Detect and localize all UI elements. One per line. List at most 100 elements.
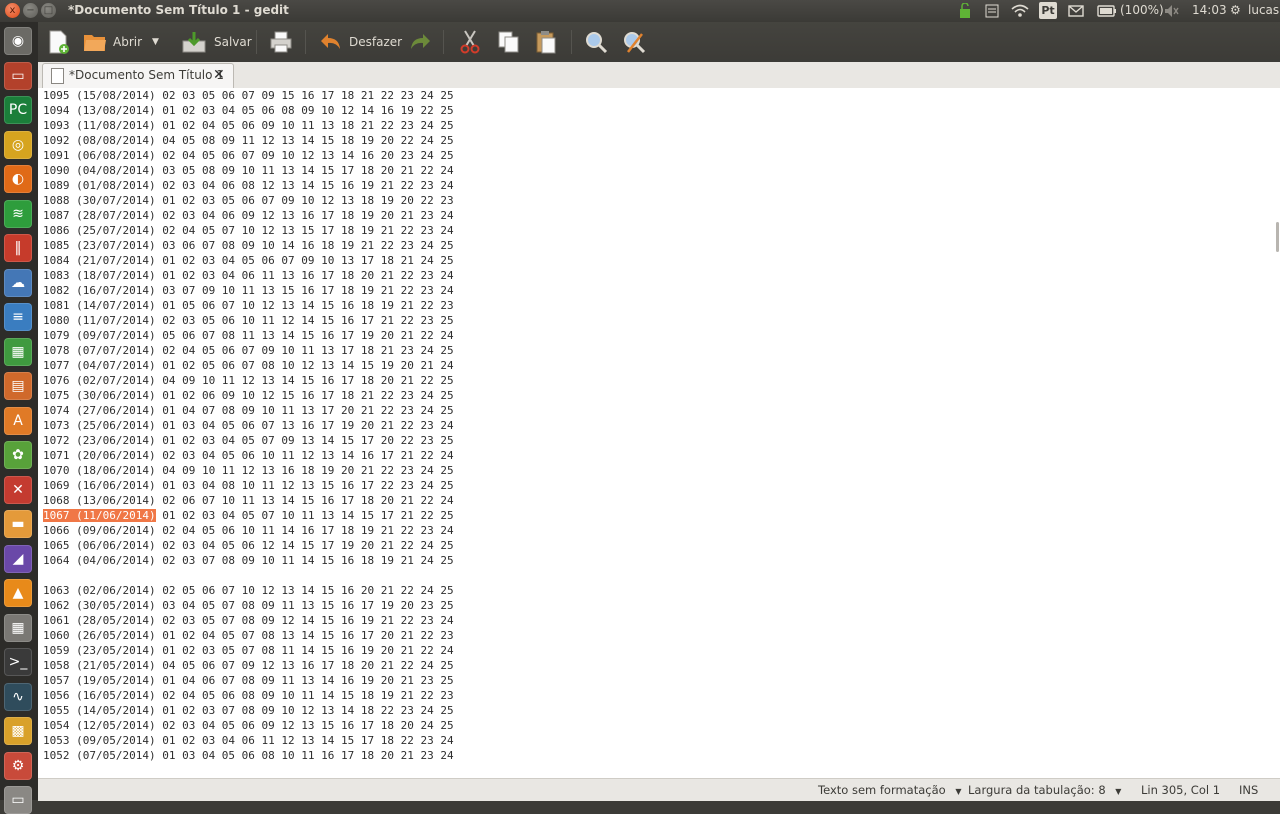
vlc-icon[interactable]: ▲: [4, 579, 32, 607]
launcher: ◉ ▭ PC ◎ ◐ ≋ ‖ ☁ ≡ ▦ ▤ A ✿ ✕ ▬ ◢ ▲ ▦ >_ ∿ ▩ ⚙ ▭: [0, 22, 39, 814]
print-button[interactable]: [269, 28, 293, 56]
text-line: 1095 (15/08/2014) 02 03 05 06 07 09 15 1…: [43, 89, 454, 102]
tab-width-selector[interactable]: Largura da tabulação: 8 ▼: [968, 783, 1121, 797]
open-label: Abrir: [113, 35, 143, 49]
calc-icon[interactable]: ▦: [4, 337, 32, 366]
text-line: 1066 (09/06/2014) 02 04 05 06 10 11 14 1…: [43, 524, 454, 537]
puzzle-icon[interactable]: ✿: [4, 441, 32, 469]
text-line: 1089 (01/08/2014) 02 03 04 06 08 12 13 1…: [43, 179, 454, 192]
tab-close-button[interactable]: ✕: [213, 67, 225, 83]
pycharm-icon[interactable]: PC: [4, 96, 32, 124]
text-line: 1072 (23/06/2014) 01 02 03 04 05 07 09 1…: [43, 434, 454, 447]
text-line: 1073 (25/06/2014) 01 03 04 05 06 07 13 1…: [43, 419, 454, 432]
folder-open-icon: [83, 30, 107, 54]
text-line: 1055 (14/05/2014) 01 02 03 07 08 09 10 1…: [43, 704, 454, 717]
tab-document[interactable]: *Documento Sem Título 1 ✕: [42, 63, 234, 89]
text-editor[interactable]: 1095 (15/08/2014) 02 03 05 06 07 09 15 1…: [38, 88, 1280, 778]
find-button[interactable]: [584, 28, 608, 56]
text-line: 1085 (23/07/2014) 03 06 07 08 09 10 14 1…: [43, 239, 454, 252]
text-line: 1076 (02/07/2014) 04 09 10 11 12 13 14 1…: [43, 374, 454, 387]
terminal-icon[interactable]: >_: [4, 648, 32, 676]
save-button[interactable]: Salvar: [182, 28, 252, 56]
text-line: 1070 (18/06/2014) 04 09 10 11 12 13 16 1…: [43, 464, 454, 477]
syntax-selector[interactable]: Texto sem formatação ▼: [818, 783, 962, 797]
search-icon: [584, 30, 608, 54]
writer-icon[interactable]: ≡: [4, 303, 32, 331]
text-line: 1079 (09/07/2014) 05 06 07 08 11 13 14 1…: [43, 329, 454, 342]
firefox-icon[interactable]: ◐: [4, 165, 32, 193]
redo-icon: [408, 30, 432, 54]
dropdown-arrow-icon: ▼: [152, 37, 159, 47]
battery-icon[interactable]: [1097, 3, 1117, 22]
line-rest: 01 02 03 04 05 07 10 11 13 14 15 17 21 2…: [162, 509, 454, 522]
notification-icon[interactable]: [958, 2, 972, 22]
syntax-label: Texto sem formatação: [818, 783, 946, 797]
dropdown-arrow-icon: ▼: [1115, 787, 1122, 796]
text-line: 1082 (16/07/2014) 03 07 09 10 11 13 15 1…: [43, 284, 454, 297]
undo-label: Desfazer: [349, 35, 403, 49]
text-line: 1064 (04/06/2014) 02 03 07 08 09 10 11 1…: [43, 554, 454, 567]
text-line: 1063 (02/06/2014) 02 05 06 07 10 12 13 1…: [43, 584, 454, 597]
settings-icon[interactable]: ⚙: [4, 751, 32, 780]
new-document-icon: [46, 30, 70, 54]
maximize-window-button[interactable]: □: [41, 3, 56, 18]
text-line: 1060 (26/05/2014) 01 02 04 05 07 08 13 1…: [43, 629, 454, 642]
session-gear-icon[interactable]: ⚙: [1230, 3, 1241, 17]
volume-muted-icon[interactable]: [1163, 3, 1179, 22]
keyboard-layout-icon[interactable]: [985, 3, 999, 22]
text-line: 1083 (18/07/2014) 01 02 03 04 06 11 13 1…: [43, 269, 454, 282]
text-lines: 1095 (15/08/2014) 02 03 05 06 07 09 15 1…: [43, 88, 454, 763]
battery-percentage[interactable]: (100%): [1120, 3, 1164, 17]
new-document-button[interactable]: [46, 28, 70, 56]
text-line: 1080 (11/07/2014) 02 03 05 06 10 11 12 1…: [43, 314, 454, 327]
text-line: 1077 (04/07/2014) 01 02 05 06 07 08 10 1…: [43, 359, 454, 372]
copy-icon: [497, 30, 521, 54]
system-monitor-icon[interactable]: ∿: [4, 682, 32, 711]
open-button[interactable]: Abrir: [83, 28, 142, 56]
spotify-icon[interactable]: ≋: [4, 199, 32, 228]
text-line: 1078 (07/07/2014) 02 04 05 06 07 09 10 1…: [43, 344, 454, 357]
text-line: [43, 568, 454, 583]
impress-icon[interactable]: ▤: [4, 372, 32, 400]
cursor-position: Lin 305, Col 1: [1141, 783, 1221, 797]
toolbar-separator: [256, 30, 257, 54]
text-line: 1054 (12/05/2014) 02 03 04 05 06 09 12 1…: [43, 719, 454, 732]
app-grid-icon[interactable]: ▩: [4, 717, 32, 745]
dash-icon[interactable]: ◉: [4, 27, 32, 55]
toolbar-separator: [305, 30, 306, 54]
redo-button[interactable]: [408, 28, 432, 56]
chrome-icon[interactable]: ◎: [4, 130, 32, 159]
language-indicator[interactable]: Pt: [1039, 2, 1057, 19]
mail-icon[interactable]: [1068, 3, 1084, 22]
scrollbar-thumb[interactable]: [1276, 222, 1279, 252]
cut-button[interactable]: [458, 28, 482, 56]
undo-icon: [319, 30, 343, 54]
user-name[interactable]: lucas: [1248, 3, 1279, 17]
calculator-icon[interactable]: ▦: [4, 613, 32, 642]
clock[interactable]: 14:03: [1192, 3, 1227, 17]
tools-icon[interactable]: ✕: [4, 475, 32, 504]
text-line: 1081 (14/07/2014) 01 05 06 07 10 12 13 1…: [43, 299, 454, 312]
software-center-icon[interactable]: A: [4, 406, 32, 435]
undo-button[interactable]: Desfazer: [319, 28, 402, 56]
scissors-icon: [458, 30, 482, 54]
drive-icon[interactable]: ▭: [4, 786, 32, 814]
mixer-icon[interactable]: ‖: [4, 234, 32, 262]
open-recent-dropdown[interactable]: ▼: [152, 28, 159, 56]
wifi-icon[interactable]: [1011, 3, 1029, 22]
minimize-window-button[interactable]: −: [23, 3, 38, 18]
cloud-icon[interactable]: ☁: [4, 268, 32, 297]
close-window-button[interactable]: x: [5, 3, 20, 18]
paste-button[interactable]: [534, 28, 558, 56]
document-icon: [51, 68, 64, 84]
text-line: 1092 (08/08/2014) 04 05 08 09 11 12 13 1…: [43, 134, 454, 147]
save-label: Salvar: [214, 35, 252, 49]
find-replace-button[interactable]: [622, 28, 646, 56]
folder-icon[interactable]: ▬: [4, 510, 32, 538]
text-line: 1068 (13/06/2014) 02 06 07 10 11 13 14 1…: [43, 494, 454, 507]
copy-button[interactable]: [497, 28, 521, 56]
editor-app-icon[interactable]: ◢: [4, 544, 32, 573]
files-window-icon[interactable]: ▭: [4, 61, 32, 90]
text-line: 1057 (19/05/2014) 01 04 06 07 08 09 11 1…: [43, 674, 454, 687]
tab-label: *Documento Sem Título 1: [69, 68, 224, 82]
